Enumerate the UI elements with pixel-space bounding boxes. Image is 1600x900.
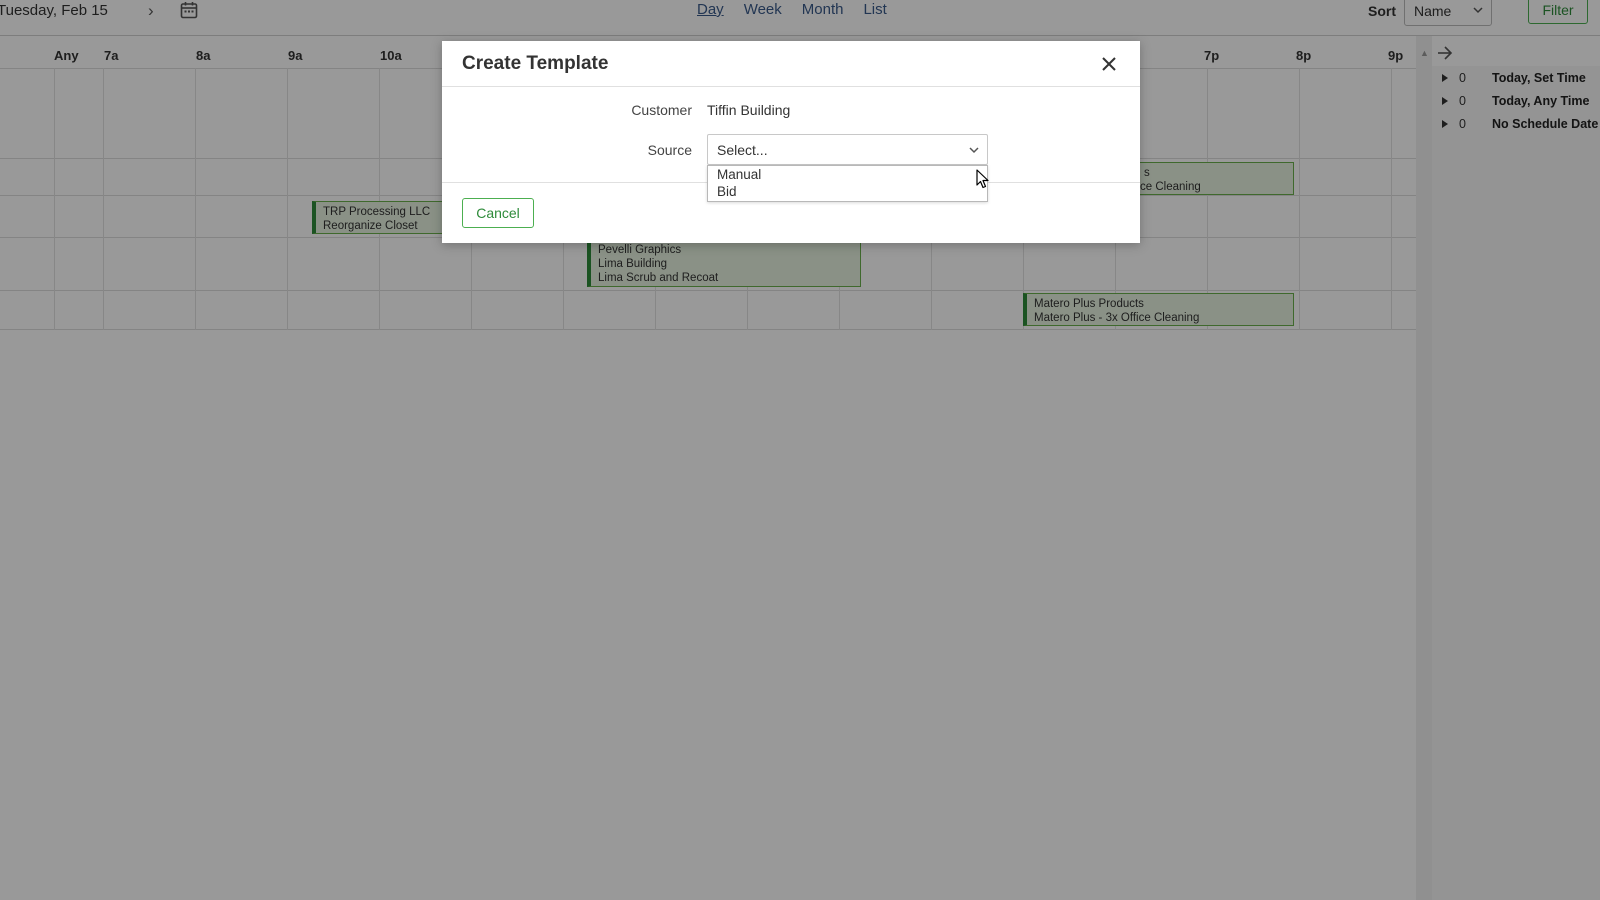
close-icon[interactable] [1098,53,1120,75]
chevron-down-icon [969,147,979,154]
cancel-button[interactable]: Cancel [462,198,534,228]
create-template-dialog: Create Template Customer Tiffin Building… [442,41,1140,243]
dropdown-option-bid[interactable]: Bid [717,184,737,199]
source-select-placeholder: Select... [717,142,768,158]
source-dropdown-menu: Manual Bid [707,165,988,202]
dialog-title: Create Template [462,53,609,74]
divider [442,86,1140,87]
customer-label: Customer [631,102,692,118]
source-label: Source [647,142,692,158]
customer-value: Tiffin Building [707,102,791,118]
source-select[interactable]: Select... [707,134,988,165]
dropdown-option-manual[interactable]: Manual [717,167,761,182]
mouse-cursor-icon [976,169,989,189]
